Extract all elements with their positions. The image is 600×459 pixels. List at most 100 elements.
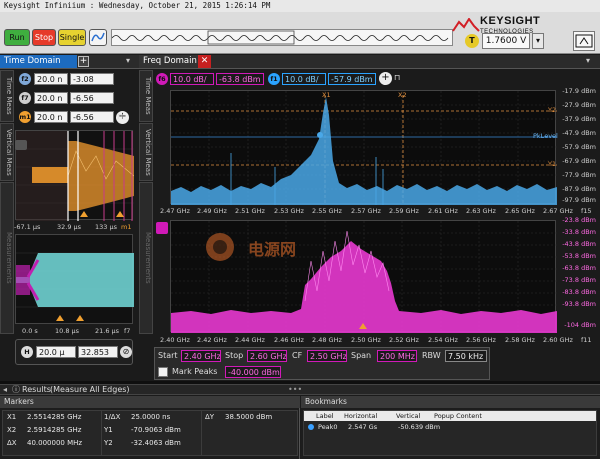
freq-top-ytick: -47.9 dBm xyxy=(562,129,596,137)
f7-badge[interactable]: f7 xyxy=(19,92,31,104)
f7-scale-field[interactable]: 20.0 n xyxy=(34,92,68,104)
time-bottom-xtick: 10.8 µs xyxy=(55,327,80,335)
side-tab-time-meas[interactable]: Time Meas xyxy=(0,70,14,122)
freq-bottom-xtick: 2.40 GHz xyxy=(160,336,190,344)
start-label: Start xyxy=(158,351,178,360)
freq-bottom-xtick: 2.46 GHz xyxy=(274,336,304,344)
trigger-badge[interactable]: T xyxy=(465,34,479,48)
timeline-overview[interactable] xyxy=(111,29,453,46)
f1-scale-field[interactable]: 10.0 dB/ xyxy=(282,73,326,85)
time-scale-panel: f2 20.0 n -3.08 f7 20.0 n -6.56 m1 20.0 … xyxy=(15,70,133,126)
markers-cell: X1 xyxy=(7,413,17,421)
freq-bottom-xaxis: 2.40 GHz 2.42 GHz 2.44 GHz 2.46 GHz 2.48… xyxy=(156,336,600,346)
bookmark-label: Peak0 xyxy=(318,423,338,431)
center-freq-field[interactable]: 2.50 GHz xyxy=(307,350,347,362)
f11-marker-icon[interactable] xyxy=(156,222,168,234)
freq-side-tab-time-meas[interactable]: Time Meas xyxy=(139,70,153,122)
span-control-panel: Start 2.40 GHz Stop 2.60 GHz CF 2.50 GHz… xyxy=(154,347,490,380)
freq-top-ytick: -37.9 dBm xyxy=(562,115,596,123)
side-tab-measurements[interactable]: Measurements xyxy=(0,182,14,334)
results-menu-icon[interactable]: ◂ xyxy=(3,385,7,394)
m1-badge[interactable]: m1 xyxy=(19,111,31,123)
toolbar: Run Stop Single KEYSIGHT TECHNOLOGIES T … xyxy=(0,12,600,54)
side-tab-vertical-meas[interactable]: Vertical Meas xyxy=(0,123,14,181)
stop-freq-field[interactable]: 2.60 GHz xyxy=(247,350,287,362)
watermark-text: 电源网 xyxy=(248,240,297,259)
f7-offset-field[interactable]: -6.56 xyxy=(70,92,114,104)
freq-bottom-xtick: 2.48 GHz xyxy=(312,336,342,344)
trigger-dropdown-icon[interactable]: ▾ xyxy=(532,33,544,49)
horizontal-position-field[interactable]: 32.853 xyxy=(78,346,118,358)
freq-side-tab-vertical-meas[interactable]: Vertical Meas xyxy=(139,123,153,181)
time-plot-bottom[interactable] xyxy=(15,234,134,324)
horizontal-badge[interactable]: H xyxy=(21,346,33,358)
m1-offset-field[interactable]: -6.56 xyxy=(70,111,114,123)
run-button[interactable]: Run xyxy=(4,29,30,46)
stop-button[interactable]: Stop xyxy=(32,29,56,46)
markers-cell: -70.9063 dBm xyxy=(131,426,181,434)
add-tab-icon[interactable]: + xyxy=(78,56,89,67)
f6-scale-field[interactable]: 10.0 dB/ xyxy=(170,73,214,85)
time-plot-top[interactable] xyxy=(15,130,135,221)
time-top-xtick: 133 µs xyxy=(95,223,117,231)
trigger-level-field[interactable]: 1.7600 V xyxy=(482,33,530,49)
time-tab-dropdown-icon[interactable]: ▾ xyxy=(126,56,136,67)
f1-reference-field[interactable]: -57.9 dBm xyxy=(328,73,376,85)
time-top-source-label: m1 xyxy=(121,223,132,231)
freq-bottom-ytick: -33.8 dBm xyxy=(562,228,596,236)
span-field[interactable]: 200 MHz xyxy=(377,350,417,362)
f2-scale-field[interactable]: 20.0 n xyxy=(34,73,68,85)
bookmarks-col-header[interactable]: Vertical xyxy=(396,412,420,420)
freq-bottom-ytick: -63.8 dBm xyxy=(562,264,596,272)
bookmarks-col-header[interactable]: Horizontal xyxy=(344,412,377,420)
autoscale-icon[interactable] xyxy=(89,29,107,46)
horizontal-scale-field[interactable]: 20.0 µ xyxy=(36,346,76,358)
bookmarks-col-header[interactable]: Label xyxy=(316,412,334,420)
time-top-xtick: -67.1 µs xyxy=(14,223,41,231)
f2-offset-field[interactable]: -3.08 xyxy=(70,73,114,85)
bookmarks-col-header[interactable]: Popup Content xyxy=(434,412,482,420)
freq-top-yaxis: -17.9 dBm -27.9 dBm -37.9 dBm -47.9 dBm … xyxy=(556,87,600,207)
markers-cell: 1/ΔX xyxy=(104,413,121,421)
tab-time-domain[interactable]: Time Domain xyxy=(0,55,77,68)
freq-top-xtick: 2.47 GHz xyxy=(160,207,190,215)
f1-badge[interactable]: f1 xyxy=(268,73,280,85)
resize-grip-icon[interactable]: ••• xyxy=(288,385,302,395)
freq-top-xaxis: 2.47 GHz 2.49 GHz 2.51 GHz 2.53 GHz 2.55… xyxy=(156,207,600,217)
horizontal-zoom-icon[interactable]: ⊘ xyxy=(120,346,132,358)
tab-freq-domain[interactable]: Freq Domain xyxy=(139,55,199,68)
rbw-field[interactable]: 7.50 kHz xyxy=(445,350,487,362)
freq-top-ytick: -87.9 dBm xyxy=(562,185,596,193)
results-title: Results xyxy=(22,385,51,394)
markers-cell: 38.5000 dBm xyxy=(225,413,273,421)
freq-plot-top[interactable] xyxy=(170,90,557,205)
markers-cell: Y2 xyxy=(104,439,113,447)
bookmark-icon[interactable]: ⊓ xyxy=(117,112,129,124)
mark-peaks-threshold-field[interactable]: -40.000 dBm xyxy=(225,366,281,378)
close-tab-icon[interactable]: ✕ xyxy=(198,55,211,68)
tab-row xyxy=(0,55,600,69)
stop-label: Stop xyxy=(225,351,244,360)
freq-bookmark-icon[interactable]: ⊓ xyxy=(394,73,406,85)
freq-tab-dropdown-icon[interactable]: ▾ xyxy=(586,56,596,67)
freq-side-tab-measurements[interactable]: Measurements xyxy=(139,182,153,334)
freq-bottom-xtick: 2.60 GHz xyxy=(543,336,573,344)
freq-top-xtick: 2.63 GHz xyxy=(466,207,496,215)
f6-badge[interactable]: f6 xyxy=(156,73,168,85)
markers-cell: X2 xyxy=(7,426,17,434)
keysight-logo-icon xyxy=(452,17,480,32)
f2-badge[interactable]: f2 xyxy=(19,73,31,85)
m1-ground-marker[interactable] xyxy=(15,140,27,150)
start-freq-field[interactable]: 2.40 GHz xyxy=(181,350,221,362)
m1-scale-field[interactable]: 20.0 n xyxy=(34,111,68,123)
mark-peaks-checkbox[interactable] xyxy=(158,367,168,377)
freq-add-waveform-icon[interactable]: + xyxy=(379,72,392,85)
single-button[interactable]: Single xyxy=(58,29,86,46)
touch-mode-icon[interactable] xyxy=(573,31,595,51)
time-bottom-xtick: 0.0 s xyxy=(22,327,38,335)
table-row[interactable]: Peak0 2.547 Gs -50.639 dBm xyxy=(304,422,596,432)
freq-top-ytick: -77.9 dBm xyxy=(562,171,596,179)
f6-reference-field[interactable]: -63.8 dBm xyxy=(216,73,264,85)
window-title: Keysight Infiniium : Wednesday, October … xyxy=(0,0,600,12)
markers-cell: 40.000000 MHz xyxy=(27,439,83,447)
